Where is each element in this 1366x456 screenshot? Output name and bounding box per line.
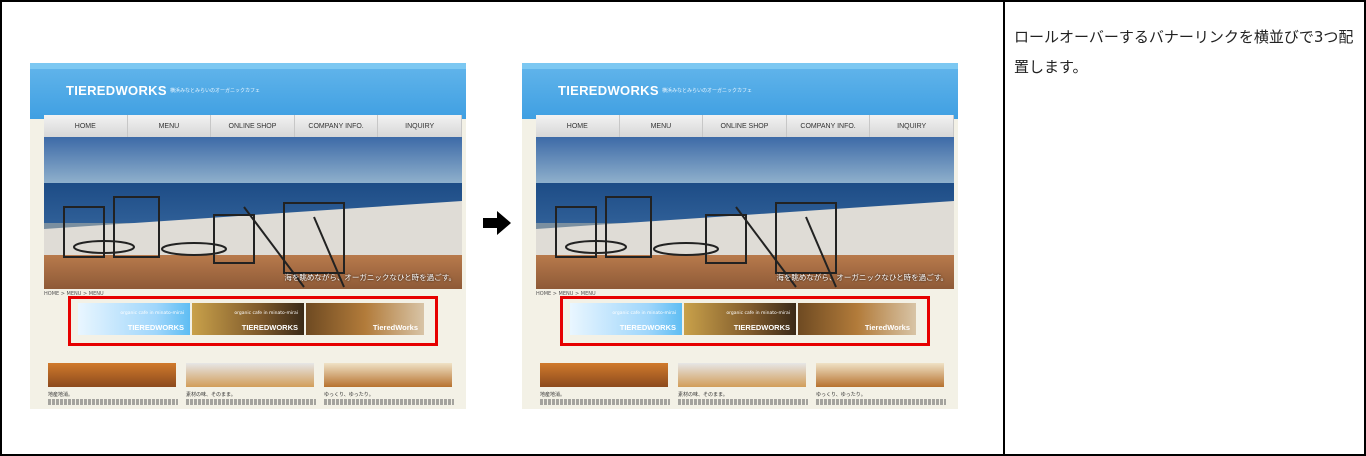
site-logo: TIEREDWORKS (66, 83, 167, 98)
nav-home[interactable]: HOME (536, 115, 620, 137)
banner-link-1[interactable]: organic cafe in minato-mirai TIEREDWORKS (78, 303, 190, 335)
hero-caption: 海を眺めながら、オーガニックなひと時を過ごす。 (776, 273, 948, 282)
site-nav: HOME MENU ONLINE SHOP COMPANY INFO. INQU… (536, 115, 954, 137)
thumb-caption: ゆっくり、ゆったり。 (816, 392, 866, 398)
body-text-blur (48, 399, 178, 405)
nav-company-info[interactable]: COMPANY INFO. (787, 115, 871, 137)
food-thumbnail (816, 363, 944, 387)
thumb-caption: 素材の味、そのまま。 (186, 392, 236, 398)
food-thumbnail (324, 363, 452, 387)
banner-link-3[interactable]: TieredWorks (306, 303, 424, 335)
thumb-caption: 素材の味、そのまま。 (678, 392, 728, 398)
thumb-caption: 地産地消。 (540, 392, 566, 398)
banner-link-3[interactable]: TieredWorks (798, 303, 916, 335)
banner-sub-text: organic cafe in minato-mirai (234, 311, 298, 316)
body-text-blur (816, 399, 946, 405)
food-thumbnail (186, 363, 314, 387)
site-logo: TIEREDWORKS (558, 83, 659, 98)
site-nav: HOME MENU ONLINE SHOP COMPANY INFO. INQU… (44, 115, 462, 137)
thumb-caption: 地産地消。 (48, 392, 74, 398)
banner-label: TieredWorks (864, 323, 910, 332)
cafe-chairs-illustration (555, 196, 837, 288)
site-tagline: 横浜みなとみらいのオーガニックカフェ (662, 88, 753, 94)
nav-menu[interactable]: MENU (620, 115, 704, 137)
hero-caption: 海を眺めながら、オーガニックなひと時を過ごす。 (284, 273, 456, 282)
banner-link-1[interactable]: organic cafe in minato-mirai TIEREDWORKS (570, 303, 682, 335)
right-arrow-icon (483, 211, 511, 235)
column-divider (1003, 0, 1005, 456)
banner-label: TIEREDWORKS (619, 323, 676, 332)
nav-inquiry[interactable]: INQUIRY (378, 115, 462, 137)
banner-label: TIEREDWORKS (733, 323, 790, 332)
body-text-blur (324, 399, 454, 405)
body-text-blur (540, 399, 670, 405)
body-text-blur (678, 399, 808, 405)
banner-label: TIEREDWORKS (241, 323, 298, 332)
after-screenshot: TIEREDWORKS 横浜みなとみらいのオーガニックカフェ HOME MENU… (522, 63, 958, 409)
cafe-chairs-illustration (63, 196, 345, 288)
banner-label: TIEREDWORKS (127, 323, 184, 332)
nav-company-info[interactable]: COMPANY INFO. (295, 115, 379, 137)
nav-home[interactable]: HOME (44, 115, 128, 137)
hero-image: 海を眺めながら、オーガニックなひと時を過ごす。 (44, 137, 462, 289)
nav-online-shop[interactable]: ONLINE SHOP (703, 115, 787, 137)
food-thumbnail (48, 363, 176, 387)
before-screenshot: TIEREDWORKS 横浜みなとみらいのオーガニックカフェ HOME MENU… (30, 63, 466, 409)
banner-sub-text: organic cafe in minato-mirai (726, 311, 790, 316)
food-thumbnail (678, 363, 806, 387)
banner-sub-text: organic cafe in minato-mirai (612, 311, 676, 316)
banner-label: TieredWorks (372, 323, 418, 332)
nav-menu[interactable]: MENU (128, 115, 212, 137)
hero-image: 海を眺めながら、オーガニックなひと時を過ごす。 (536, 137, 954, 289)
nav-online-shop[interactable]: ONLINE SHOP (211, 115, 295, 137)
banner-sub-text: organic cafe in minato-mirai (120, 311, 184, 316)
food-thumbnail (540, 363, 668, 387)
thumb-caption: ゆっくり、ゆったり。 (324, 392, 374, 398)
banner-link-2[interactable]: organic cafe in minato-mirai TIEREDWORKS (192, 303, 304, 335)
banner-link-2[interactable]: organic cafe in minato-mirai TIEREDWORKS (684, 303, 796, 335)
description-text: ロールオーバーするバナーリンクを横並びで3つ配置します。 (1014, 28, 1354, 76)
site-tagline: 横浜みなとみらいのオーガニックカフェ (170, 88, 261, 94)
body-text-blur (186, 399, 316, 405)
nav-inquiry[interactable]: INQUIRY (870, 115, 954, 137)
